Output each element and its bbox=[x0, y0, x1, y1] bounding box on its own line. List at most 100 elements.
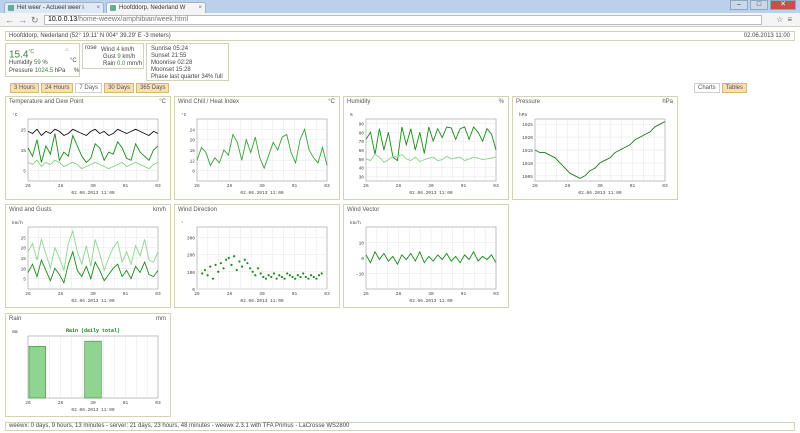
rain-panel: 26 28 30 01 03 02.06.2013 11:00 mm Rain (daily … bbox=[5, 313, 171, 417]
x-tick-label: 30 bbox=[597, 183, 603, 189]
wind-vector-panel: -10 0 10 26 28 30 01 03 02.06.2013 11:00 km/h Win… bbox=[343, 204, 509, 308]
x-tick-label: 28 bbox=[58, 183, 64, 189]
x-tick-label: 28 bbox=[227, 291, 233, 297]
x-tick-label: 30 bbox=[90, 183, 96, 189]
x-tick-label: 03 bbox=[155, 400, 161, 406]
wind-direction-point bbox=[225, 258, 228, 261]
moonrise-text: Moonrise 02:28 bbox=[151, 60, 193, 66]
wind-box: rose Wind 4 km/h Gust 9 km/h Rain 0.0 mm… bbox=[82, 43, 144, 69]
footer-text: weewx: 0 days, 9 hours, 13 minutes - ser… bbox=[9, 423, 350, 429]
wind-direction-point bbox=[320, 272, 323, 275]
wind-direction-point bbox=[227, 256, 230, 260]
rain-bar bbox=[84, 340, 102, 399]
reload-icon[interactable]: ↻ bbox=[31, 15, 39, 25]
y-tick-label: 70 bbox=[359, 139, 365, 145]
tab-label: Hoofddorp, Nederland W bbox=[119, 5, 186, 11]
x-tick-label: 26 bbox=[194, 291, 200, 297]
x-tick-label: 01 bbox=[123, 183, 129, 189]
x-axis-label: 02.06.2013 11:00 bbox=[578, 190, 622, 196]
x-tick-label: 26 bbox=[25, 183, 31, 189]
panel-unit: mm bbox=[156, 316, 166, 322]
period-3-hours-button[interactable]: 3 Hours bbox=[10, 83, 40, 93]
wind-direction-point bbox=[315, 277, 318, 280]
wind-direction-point bbox=[209, 265, 212, 268]
close-window-icon[interactable]: ✕ bbox=[770, 0, 796, 10]
period-24-hours-button[interactable]: 24 Hours bbox=[41, 83, 74, 93]
location-text: Hoofddorp, Nederland (52° 19.11' N 004° … bbox=[9, 33, 171, 39]
favicon-icon bbox=[110, 5, 116, 11]
wind-direction-point bbox=[217, 270, 220, 273]
y-tick-label: 100 bbox=[187, 270, 195, 276]
x-tick-label: 30 bbox=[90, 400, 96, 406]
menu-icon[interactable]: ☆≡ bbox=[776, 15, 796, 24]
wind-gusts-panel: 5 10 15 20 25 26 28 30 01 03 02.06.2013 11:00 km/h … bbox=[5, 204, 171, 308]
current-conditions: 15.4°C ⌂ °C Humidity 59 % Pressure 1024.… bbox=[5, 43, 80, 77]
x-tick-label: 01 bbox=[292, 291, 298, 297]
browser-tab-2[interactable]: Hoofddorp, Nederland W × bbox=[106, 2, 206, 13]
tab-close-icon[interactable]: × bbox=[198, 3, 202, 13]
x-tick-label: 28 bbox=[227, 183, 233, 189]
address-bar[interactable]: 10.0.0.13/home-weewx/amphibian/week.html bbox=[44, 15, 762, 25]
y-tick-label: 60 bbox=[359, 148, 365, 154]
wind-direction-point bbox=[241, 265, 244, 268]
humidity-row: Humidity 59 % bbox=[9, 60, 48, 66]
wind-direction-point bbox=[272, 272, 276, 275]
y-tick-label: 0 bbox=[361, 256, 364, 262]
rain-row: Rain 0.0 mm/h bbox=[103, 61, 143, 67]
x-tick-label: 28 bbox=[58, 291, 64, 297]
panel-title: Rain bbox=[9, 316, 22, 322]
y-tick-label: 10 bbox=[21, 266, 27, 272]
back-icon[interactable]: ← bbox=[5, 15, 14, 25]
period-7-days-button[interactable]: 7 Days bbox=[75, 83, 103, 93]
location-header: Hoofddorp, Nederland (52° 19.11' N 004° … bbox=[5, 31, 795, 41]
wind-direction-point bbox=[291, 275, 294, 279]
x-tick-label: 03 bbox=[493, 183, 499, 189]
browser-titlebar: Het weer - Actueel weer i × Hoofddorp, N… bbox=[0, 0, 800, 13]
tab-close-icon[interactable]: × bbox=[96, 3, 100, 13]
x-tick-label: 30 bbox=[259, 183, 265, 189]
url-path: /home-weewx/amphibian/week.html bbox=[77, 16, 189, 23]
y-tick-label: 1010 bbox=[522, 161, 533, 167]
panel-title: Pressure bbox=[516, 99, 541, 105]
chart-title: Rain (daily total) bbox=[66, 328, 120, 334]
period-30-days-button[interactable]: 30 Days bbox=[104, 83, 135, 93]
wind-direction-point bbox=[251, 270, 254, 273]
y-axis-label: °C bbox=[181, 112, 187, 118]
wind-direction-panel: 0 100 200 300 26 28 30 01 03 02.06.2013 11:00 ° Wi… bbox=[174, 204, 340, 308]
favicon-icon bbox=[8, 5, 14, 11]
url-host: 10.0.0.13 bbox=[48, 16, 78, 23]
wind-direction-point bbox=[304, 275, 307, 279]
panel-title: Humidity bbox=[347, 99, 371, 105]
charts-button[interactable]: Charts bbox=[694, 83, 720, 93]
gust-row: Gust 9 km/h bbox=[103, 54, 136, 60]
wind-direction-point bbox=[270, 275, 273, 279]
x-axis-label: 02.06.2013 11:00 bbox=[240, 190, 284, 196]
panel-title: Wind Direction bbox=[178, 207, 218, 213]
wind-direction-point bbox=[222, 267, 225, 270]
wind-vector-chart: -10 0 10 26 28 30 01 03 02.06.2013 11:00 km/h bbox=[350, 220, 499, 304]
panel-title: Wind Vector bbox=[347, 207, 380, 213]
wind-direction-point bbox=[317, 274, 321, 277]
wind-direction-point bbox=[286, 272, 289, 275]
maximize-icon[interactable]: □ bbox=[750, 0, 768, 10]
tables-button[interactable]: Tables bbox=[721, 83, 748, 93]
pressure-panel: 1005 1010 1015 1020 1025 26 28 30 01 03 02.06.2013… bbox=[512, 96, 678, 200]
x-tick-label: 03 bbox=[155, 291, 161, 297]
forward-icon[interactable]: → bbox=[18, 15, 27, 25]
wind-direction-point bbox=[201, 272, 204, 275]
minimize-icon[interactable]: – bbox=[730, 0, 748, 10]
pressure-pct: % bbox=[74, 68, 80, 74]
y-tick-label: 90 bbox=[359, 121, 365, 127]
x-tick-label: 28 bbox=[58, 400, 64, 406]
wind-direction-point bbox=[309, 274, 313, 277]
browser-tab-1[interactable]: Het weer - Actueel weer i × bbox=[4, 2, 104, 13]
y-tick-label: 1020 bbox=[522, 135, 533, 141]
temperature-panel: 5 15 25 26 28 30 01 03 02.06.2013 11:00 °C Temper… bbox=[5, 96, 171, 200]
x-tick-label: 01 bbox=[292, 183, 298, 189]
header-datetime: 02.06.2013 11:00 bbox=[743, 33, 790, 39]
current-temperature: 15.4°C bbox=[9, 49, 35, 61]
sunrise-text: Sunrise 05:24 bbox=[151, 46, 189, 52]
period-365-days-button[interactable]: 365 Days bbox=[136, 83, 170, 93]
x-tick-label: 26 bbox=[25, 291, 31, 297]
y-axis-label: km/h bbox=[12, 220, 23, 226]
